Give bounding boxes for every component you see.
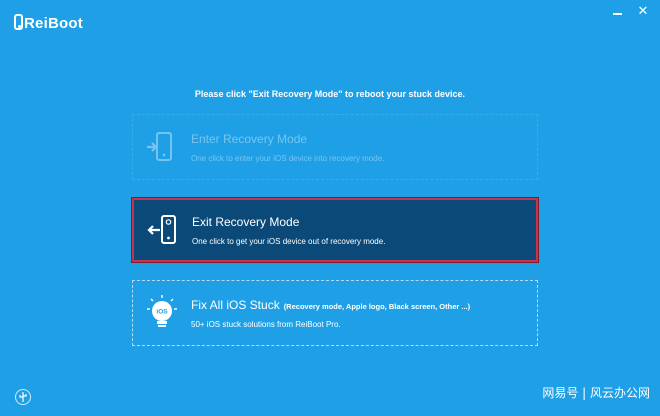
close-button[interactable]: ✕ <box>636 4 650 18</box>
enter-recovery-description: One click to enter your iOS device into … <box>191 153 385 163</box>
exit-recovery-description: One click to get your iOS device out of … <box>192 236 386 246</box>
usb-icon[interactable] <box>15 389 31 405</box>
exit-recovery-text: Exit Recovery Mode One click to get your… <box>192 215 385 246</box>
fix-ios-stuck-detail: (Recovery mode, Apple logo, Black screen… <box>283 301 471 311</box>
enter-recovery-text: Enter Recovery Mode One click to enter y… <box>191 132 384 163</box>
fix-ios-stuck-text: Fix All iOS Stuck (Recovery mode, Apple … <box>191 298 470 329</box>
enter-recovery-title: Enter Recovery Mode <box>191 131 308 146</box>
app-logo: ReiBoot <box>14 10 83 36</box>
ios-badge-label: iOS <box>156 309 168 316</box>
exit-recovery-title: Exit Recovery Mode <box>192 214 300 229</box>
fix-ios-stuck-button[interactable]: iOS Fix All iOS Stuck (Recovery mode, Ap… <box>132 280 538 346</box>
fix-ios-stuck-description: 50+ iOS stuck solutions from ReiBoot Pro… <box>191 319 341 329</box>
exit-recovery-mode-button[interactable]: Exit Recovery Mode One click to get your… <box>132 198 538 262</box>
exit-recovery-icon <box>134 200 192 260</box>
ios-bulb-icon: iOS <box>133 281 191 345</box>
instruction-text: Please click "Exit Recovery Mode" to reb… <box>194 89 466 99</box>
minimize-button[interactable] <box>610 4 624 18</box>
minimize-icon <box>612 13 622 15</box>
window-controls: ✕ <box>610 4 650 18</box>
enter-recovery-mode-button[interactable]: Enter Recovery Mode One click to enter y… <box>132 114 538 180</box>
fix-ios-stuck-title: Fix All iOS Stuck <box>191 297 280 312</box>
watermark: 网易号 | 风云办公网 <box>542 386 650 400</box>
app-title: ReiBoot <box>24 14 83 32</box>
logo-phone-icon <box>14 14 23 30</box>
close-icon: ✕ <box>637 3 649 18</box>
enter-recovery-icon <box>133 115 191 179</box>
